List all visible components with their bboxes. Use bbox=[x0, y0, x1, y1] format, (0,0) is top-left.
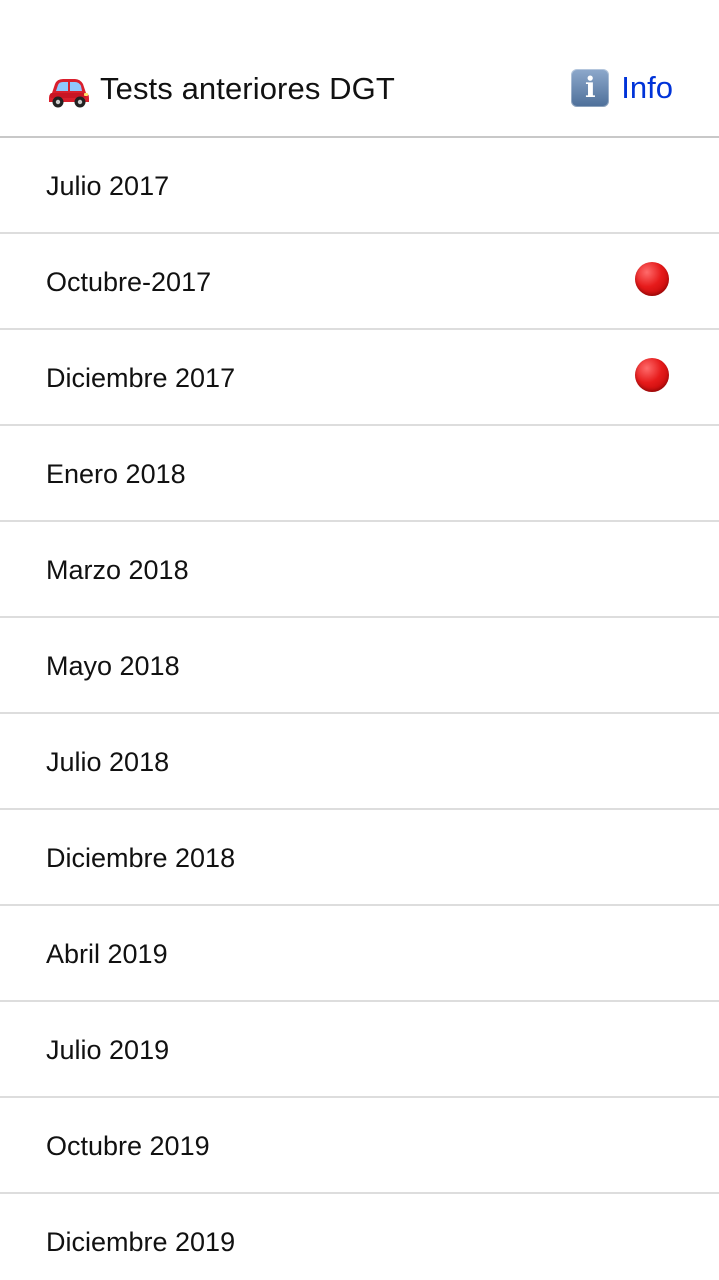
list-item-label: Mayo 2018 bbox=[46, 651, 180, 681]
red-circle-icon bbox=[635, 262, 669, 296]
list-item[interactable]: Octubre-2017 bbox=[0, 234, 719, 330]
list-item[interactable]: Julio 2017 bbox=[0, 138, 719, 234]
list-item-label: Julio 2018 bbox=[46, 747, 170, 777]
list-item[interactable]: Octubre 2019 bbox=[0, 1098, 719, 1194]
page-title-text: Tests anteriores DGT bbox=[100, 71, 395, 106]
list-item-label: Octubre 2019 bbox=[46, 1131, 210, 1161]
list-item[interactable]: Mayo 2018 bbox=[0, 618, 719, 714]
list-item-label: Diciembre 2019 bbox=[46, 1227, 236, 1257]
navigation-header: Tests anteriores DGT i Info bbox=[0, 0, 719, 138]
info-label: Info bbox=[621, 70, 673, 105]
list-item-label: Enero 2018 bbox=[46, 459, 186, 489]
list-item[interactable]: Marzo 2018 bbox=[0, 522, 719, 618]
list-item-label: Julio 2017 bbox=[46, 171, 170, 201]
list-item[interactable]: Enero 2018 bbox=[0, 426, 719, 522]
list-item[interactable]: Diciembre 2019 bbox=[0, 1194, 719, 1280]
list-item[interactable]: Julio 2019 bbox=[0, 1002, 719, 1098]
list-item[interactable]: Diciembre 2018 bbox=[0, 810, 719, 906]
list-item-label: Diciembre 2017 bbox=[46, 363, 236, 393]
red-circle-icon bbox=[635, 358, 669, 392]
list-item-label: Diciembre 2018 bbox=[46, 843, 236, 873]
list-item-label: Abril 2019 bbox=[46, 939, 168, 969]
app-screen: Tests anteriores DGT i Info Julio 2017 O… bbox=[0, 0, 719, 1280]
red-car-icon bbox=[46, 69, 90, 109]
list-item[interactable]: Julio 2018 bbox=[0, 714, 719, 810]
page-title: Tests anteriores DGT bbox=[46, 68, 395, 110]
info-button[interactable]: i Info bbox=[571, 68, 673, 108]
list-item[interactable]: Abril 2019 bbox=[0, 906, 719, 1002]
list-item-label: Julio 2019 bbox=[46, 1035, 170, 1065]
list-item-label: Octubre-2017 bbox=[46, 267, 212, 297]
list-item-label: Marzo 2018 bbox=[46, 555, 189, 585]
list-item[interactable]: Diciembre 2017 bbox=[0, 330, 719, 426]
information-icon: i bbox=[571, 69, 610, 107]
tests-list: Julio 2017 Octubre-2017 Diciembre 2017 E… bbox=[0, 138, 719, 1280]
